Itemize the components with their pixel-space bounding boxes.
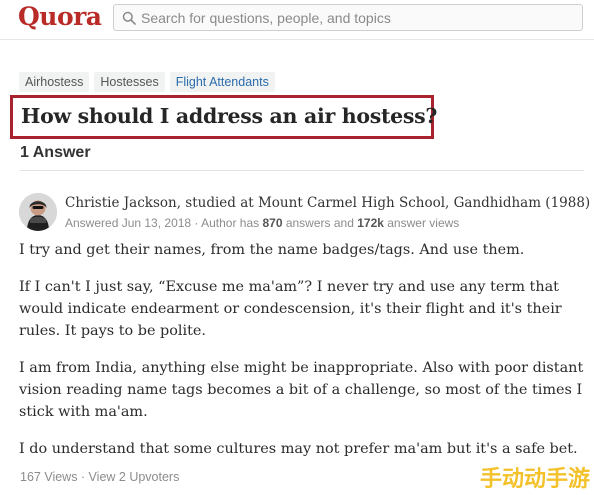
- answer-count: 1 Answer: [20, 144, 91, 161]
- search-bar[interactable]: [113, 4, 583, 31]
- top-header: Quora: [0, 0, 594, 40]
- topic-list: Airhostess Hostesses Flight Attendants: [19, 72, 275, 92]
- answer-meta: Answered Jun 13, 2018 · Author has 870 a…: [65, 216, 459, 230]
- topic-chip-airhostess[interactable]: Airhostess: [19, 72, 90, 92]
- author-views-count: 172k: [357, 216, 384, 230]
- question-title[interactable]: How should I address an air hostess?: [21, 104, 437, 128]
- answer-paragraph: I do understand that some cultures may n…: [19, 441, 578, 457]
- meta-separator-text: answers and: [282, 216, 358, 230]
- topic-chip-flight-attendants[interactable]: Flight Attendants: [169, 72, 275, 92]
- author-answers-count: 870: [262, 216, 283, 230]
- meta-suffix-text: answer views: [383, 216, 460, 230]
- watermark: 手动动手游: [480, 467, 591, 492]
- topic-chip-hostesses[interactable]: Hostesses: [94, 72, 165, 92]
- answer-date: Answered Jun 13, 2018 · Author has: [65, 216, 263, 230]
- search-input[interactable]: [141, 5, 571, 30]
- answer-paragraph: I try and get their names, from the name…: [19, 242, 525, 258]
- search-icon: [122, 11, 136, 25]
- question-highlight-box: How should I address an air hostess?: [10, 95, 437, 139]
- answer-paragraph: If I can't I just say, “Excuse me ma'am”…: [19, 279, 562, 339]
- avatar-image: [19, 193, 57, 231]
- divider: [20, 170, 584, 171]
- answer-paragraph: I am from India, anything else might be …: [19, 360, 584, 420]
- author-credential[interactable]: Christie Jackson, studied at Mount Carme…: [65, 195, 590, 211]
- answer-stats-footer[interactable]: 167 Views · View 2 Upvoters: [20, 470, 179, 484]
- quora-logo[interactable]: Quora: [18, 2, 102, 31]
- author-avatar[interactable]: [19, 193, 57, 231]
